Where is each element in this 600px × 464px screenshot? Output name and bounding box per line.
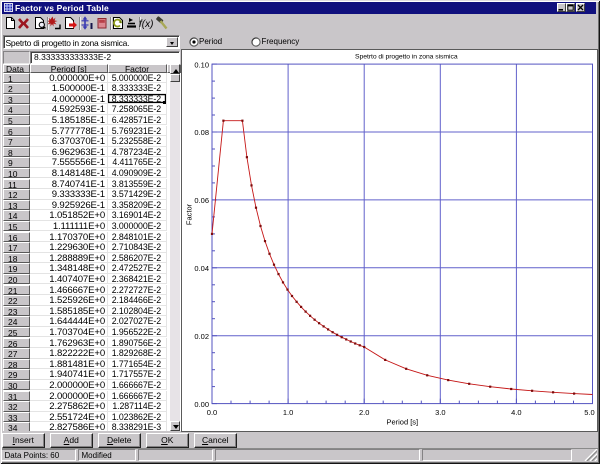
svg-text:Spetrto di progetto in zona si: Spetrto di progetto in zona sismica xyxy=(355,54,458,61)
svg-text:0.06: 0.06 xyxy=(194,196,209,205)
svg-text:0.00: 0.00 xyxy=(194,400,209,409)
svg-text:2.0: 2.0 xyxy=(358,408,368,417)
svg-text:5.0: 5.0 xyxy=(584,408,594,417)
svg-text:0.02: 0.02 xyxy=(194,332,209,341)
svg-text:0.08: 0.08 xyxy=(194,128,209,137)
svg-text:4.0: 4.0 xyxy=(511,408,521,417)
svg-text:1.0: 1.0 xyxy=(282,408,292,417)
svg-text:0.0: 0.0 xyxy=(206,408,216,417)
svg-text:f(x): f(x) xyxy=(139,19,153,30)
svg-text:0.04: 0.04 xyxy=(194,264,209,273)
svg-text:Period [s]: Period [s] xyxy=(386,418,418,427)
svg-text:Factor: Factor xyxy=(184,203,193,225)
svg-text:3.0: 3.0 xyxy=(435,408,445,417)
svg-text:0.10: 0.10 xyxy=(194,60,209,69)
